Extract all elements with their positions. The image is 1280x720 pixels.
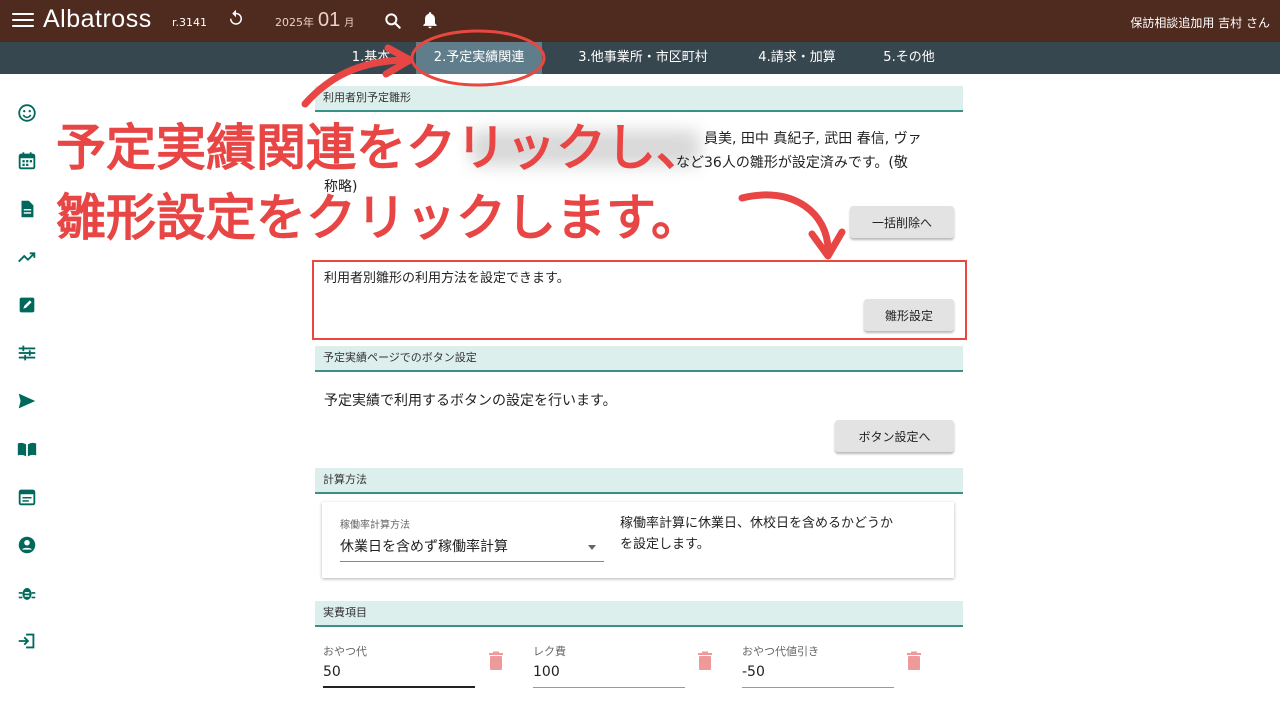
template-settings-button[interactable]: 雛形設定 xyxy=(864,299,954,331)
bulk-delete-button[interactable]: 一括削除へ xyxy=(850,206,954,238)
expense-label: おやつ代値引き xyxy=(742,645,819,658)
calc-desc-line2: を設定します。 xyxy=(620,537,710,552)
month-selector[interactable]: 2025年 01 月 xyxy=(275,9,354,32)
expense-underline xyxy=(323,686,475,688)
app-version: r.3141 xyxy=(172,16,208,29)
tab-bar: 1.基本 2.予定実績関連 3.他事業所・市区町村 4.請求・加算 5.その他 xyxy=(0,42,1280,74)
month-unit-label: 月 xyxy=(344,18,355,29)
trending-icon[interactable] xyxy=(16,246,38,268)
expense-value-input[interactable]: 50 xyxy=(323,664,341,680)
edit-icon[interactable] xyxy=(16,294,38,316)
account-circle-icon[interactable] xyxy=(16,534,38,556)
user-name[interactable]: 保訪相談追加用 吉村 さん xyxy=(1130,14,1270,31)
templates-usage-text: 利用者別雛形の利用方法を設定できます。 xyxy=(324,271,570,286)
dropdown-arrow-icon xyxy=(588,545,596,550)
expenses-header: 実費項目 xyxy=(315,601,963,627)
bug-icon[interactable] xyxy=(16,582,38,604)
login-icon[interactable] xyxy=(16,630,38,652)
expense-value-input[interactable]: -50 xyxy=(742,664,765,680)
app-brand[interactable]: Albatross xyxy=(43,5,152,34)
tab-basic[interactable]: 1.基本 xyxy=(336,42,406,74)
arrow-to-settings xyxy=(738,191,832,254)
calc-desc-line1: 稼働率計算に休業日、休校日を含めるかどうか xyxy=(620,516,894,531)
refresh-icon[interactable] xyxy=(227,9,245,27)
calc-header: 計算方法 xyxy=(315,468,963,494)
tab-other-offices[interactable]: 3.他事業所・市区町村 xyxy=(558,42,728,74)
button-settings-section: 予定実績ページでのボタン設定 xyxy=(315,346,963,372)
tab-schedule-results[interactable]: 2.予定実績関連 xyxy=(416,42,542,74)
trash-icon[interactable] xyxy=(488,651,504,671)
smiley-icon[interactable] xyxy=(16,102,38,124)
document-icon[interactable] xyxy=(16,198,38,220)
button-settings-button[interactable]: ボタン設定へ xyxy=(835,420,954,452)
sidebar xyxy=(0,74,56,720)
button-settings-text: 予定実績で利用するボタンの設定を行います。 xyxy=(324,393,617,409)
year-label: 2025年 xyxy=(275,16,314,29)
event-note-icon[interactable] xyxy=(16,486,38,508)
tab-other[interactable]: 5.その他 xyxy=(868,42,950,74)
expenses-section: 実費項目 xyxy=(315,601,963,627)
bell-icon[interactable] xyxy=(420,9,440,31)
send-icon[interactable] xyxy=(16,390,38,412)
expense-value-input[interactable]: 100 xyxy=(533,664,560,680)
calc-select-label: 稼働率計算方法 xyxy=(340,520,410,531)
expense-label: レク費 xyxy=(533,645,566,658)
top-app-bar: Albatross r.3141 2025年 01 月 保訪相談追加用 吉村 さ… xyxy=(0,0,1280,42)
expense-underline xyxy=(742,687,894,688)
trash-icon[interactable] xyxy=(906,651,922,671)
calc-select-value: 休業日を含めず稼働率計算 xyxy=(340,539,508,555)
calendar-icon[interactable] xyxy=(16,150,38,172)
search-icon[interactable] xyxy=(383,11,403,31)
book-icon[interactable] xyxy=(16,438,38,460)
templates-desc-line1: 員美, 田中 真紀子, 武田 春信, ヴァ xyxy=(704,131,922,147)
templates-desc-line2: など36人の雛形が設定済みです。(敬 xyxy=(676,155,908,171)
calc-method-select[interactable]: 休業日を含めず稼働率計算 xyxy=(340,536,604,562)
trash-icon[interactable] xyxy=(697,651,713,671)
arrow-to-settings-head xyxy=(808,228,846,260)
expense-label: おやつ代 xyxy=(323,645,367,658)
month-label: 01 xyxy=(318,9,341,31)
tune-icon[interactable] xyxy=(16,342,38,364)
menu-icon[interactable] xyxy=(12,10,34,30)
expense-underline xyxy=(533,687,685,688)
annotation-line2: 雛形設定をクリックします。 xyxy=(56,189,701,247)
tab-billing[interactable]: 4.請求・加算 xyxy=(744,42,850,74)
annotation-line1: 予定実績関連をクリックし、 xyxy=(56,119,706,177)
calc-section: 計算方法 xyxy=(315,468,963,494)
app-root: Albatross r.3141 2025年 01 月 保訪相談追加用 吉村 さ… xyxy=(0,0,1280,720)
button-settings-header: 予定実績ページでのボタン設定 xyxy=(315,346,963,372)
calc-card: 稼働率計算方法 休業日を含めず稼働率計算 稼働率計算に休業日、休校日を含めるかど… xyxy=(322,502,954,578)
